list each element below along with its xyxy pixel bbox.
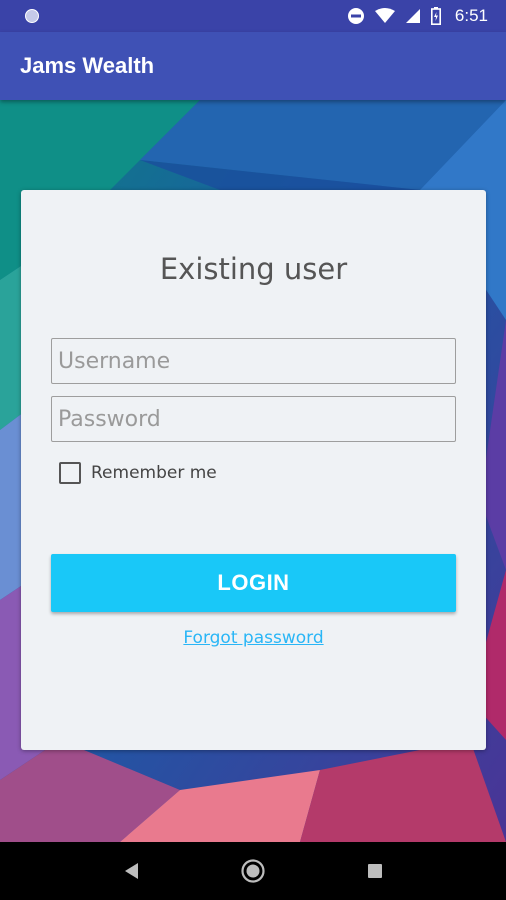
app-bar: Jams Wealth — [0, 32, 506, 100]
navigation-bar — [0, 842, 506, 900]
status-bar: 6:51 — [0, 0, 506, 32]
remember-me-checkbox[interactable] — [59, 462, 81, 484]
app-title: Jams Wealth — [20, 53, 155, 78]
remember-me-row[interactable]: Remember me — [59, 462, 217, 484]
back-button[interactable] — [111, 851, 151, 891]
clock: 6:51 — [454, 6, 488, 25]
forgot-password-link[interactable]: Forgot password — [21, 628, 486, 648]
signal-icon — [405, 9, 420, 23]
recents-button[interactable] — [355, 851, 395, 891]
username-input[interactable] — [51, 338, 456, 384]
notification-dot-icon — [25, 9, 39, 23]
back-icon — [125, 863, 138, 879]
login-screen: Existing user Remember me LOGIN Forgot p… — [0, 100, 506, 842]
login-card: Existing user Remember me LOGIN Forgot p… — [21, 190, 486, 750]
home-button[interactable] — [233, 851, 273, 891]
remember-me-label[interactable]: Remember me — [91, 463, 217, 483]
login-title: Existing user — [159, 252, 348, 286]
password-input[interactable] — [51, 396, 456, 442]
login-button[interactable]: LOGIN — [51, 554, 456, 612]
home-icon — [241, 859, 265, 883]
battery-icon — [430, 7, 441, 25]
do-not-disturb-icon — [347, 8, 364, 24]
wifi-icon — [374, 8, 395, 23]
recents-icon — [368, 864, 382, 878]
